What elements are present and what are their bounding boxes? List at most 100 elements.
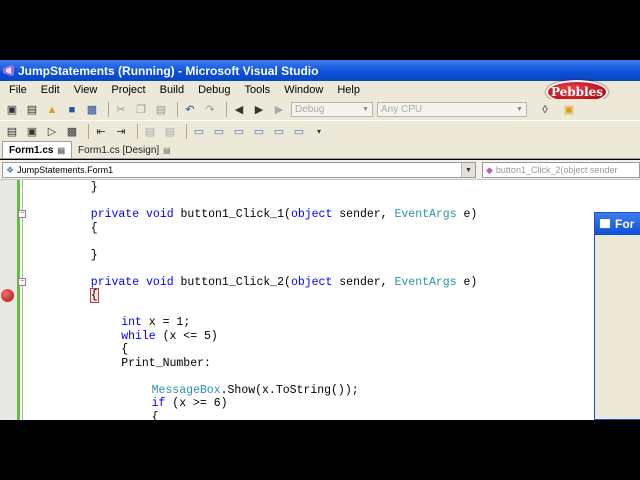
code-token: if (151, 397, 166, 410)
code-line: int x = 1; (121, 316, 190, 329)
code-token: { (121, 343, 129, 356)
code-token: e) (456, 275, 478, 289)
code-token: button1_Click_2( (173, 275, 291, 289)
code-token: while (121, 329, 156, 343)
solution-platform-combo[interactable]: Any CPU ▼ (377, 102, 527, 117)
form1-window[interactable]: For (594, 212, 640, 420)
menu-project[interactable]: Project (104, 84, 152, 96)
code-token: } (90, 248, 98, 262)
form1-titlebar[interactable]: For (595, 213, 640, 235)
form-icon (599, 218, 611, 229)
code-token: MessageBox (151, 383, 221, 397)
code-token: sender, (332, 208, 395, 221)
class-icon: ❖ (6, 164, 15, 175)
pin-icon: ▤ (57, 145, 66, 155)
menu-bar: File Edit View Project Build Debug Tools… (0, 81, 640, 99)
code-line: { (89, 288, 99, 303)
code-token: object (290, 275, 333, 289)
tab-form1-cs[interactable]: Form1.cs ▤ (2, 141, 73, 158)
complete-word-icon[interactable]: ▩ (64, 124, 80, 139)
code-line: MessageBox.Show(x.ToString()); (152, 384, 359, 397)
toolbar-options-icon[interactable]: ▾ (311, 124, 327, 139)
quick-info-icon[interactable]: ▷ (44, 124, 60, 139)
navigate-forward-icon[interactable]: ▶ (251, 102, 267, 117)
start-debugging-icon[interactable]: ▶ (271, 102, 287, 117)
pin-icon: ▤ (163, 145, 171, 155)
add-item-icon[interactable]: ▤ (24, 102, 40, 117)
code-token: void (146, 275, 174, 289)
decrease-indent-icon[interactable]: ⇤ (93, 124, 109, 139)
code-token: e) (456, 208, 478, 221)
code-line: { (91, 222, 98, 235)
code-line: while (x <= 5) (121, 330, 218, 343)
chevron-down-icon: ▼ (461, 163, 475, 177)
text-editor-toolbar: ▤ ▣ ▷ ▩ ⇤ ⇥ ▤ ▤ ▭ ▭ ▭ ▭ ▭ ▭ ▾ (0, 120, 640, 141)
code-line: private void button1_Click_2(object send… (91, 276, 478, 289)
breakpoint-icon[interactable] (1, 289, 14, 302)
menu-help[interactable]: Help (330, 84, 367, 96)
copy-icon[interactable]: ❐ (133, 102, 149, 117)
toggle-bookmark-icon[interactable]: ▭ (191, 124, 207, 139)
code-token: object (290, 208, 333, 221)
chevron-down-icon: ▼ (362, 106, 369, 113)
menu-edit[interactable]: Edit (34, 84, 67, 96)
screen: JumpStatements (Running) - Microsoft Vis… (0, 0, 640, 480)
code-token: { (89, 288, 99, 303)
code-token: Print_Number: (121, 356, 211, 370)
menu-debug[interactable]: Debug (191, 84, 237, 96)
menu-tools[interactable]: Tools (238, 84, 278, 96)
menu-build[interactable]: Build (153, 84, 191, 96)
code-token: .Show(x.ToString()); (220, 383, 359, 397)
code-token: private (90, 275, 140, 289)
clear-bookmarks-icon[interactable]: ▭ (291, 124, 307, 139)
increase-indent-icon[interactable]: ⇥ (113, 124, 129, 139)
collapse-icon[interactable]: − (18, 210, 26, 218)
next-bookmark-icon[interactable]: ▭ (231, 124, 247, 139)
tab-form1-design[interactable]: Form1.cs [Design] ▤ (72, 142, 177, 158)
code-token: x = 1; (141, 316, 191, 329)
solution-config-combo[interactable]: Debug ▼ (291, 102, 373, 117)
display-object-member-icon[interactable]: ▤ (4, 124, 20, 139)
code-token: (x >= 6) (165, 397, 228, 410)
menu-file[interactable]: File (2, 84, 34, 96)
code-token: button1_Click_1( (173, 208, 291, 221)
new-project-icon[interactable]: ▣ (4, 102, 20, 117)
comment-lines-icon[interactable]: ▤ (142, 124, 158, 139)
open-file-icon[interactable]: ▲ (44, 102, 60, 117)
save-all-icon[interactable]: ▩ (84, 102, 100, 117)
code-line: if (x >= 6) (152, 397, 228, 410)
code-line: { (121, 343, 128, 356)
class-combo[interactable]: ❖ JumpStatements.Form1 ▼ (2, 162, 476, 178)
code-token: } (90, 181, 98, 194)
code-line: Print_Number: (121, 357, 211, 370)
code-token: private (90, 208, 140, 221)
navigate-back-icon[interactable]: ◀ (231, 102, 247, 117)
solution-explorer-icon[interactable]: ▣ (561, 102, 577, 117)
member-combo[interactable]: ◆ button1_Click_2(object sender (482, 162, 640, 178)
redo-icon[interactable]: ↷ (202, 102, 218, 117)
next-bookmark-folder-icon[interactable]: ▭ (271, 124, 287, 139)
menu-view[interactable]: View (67, 84, 105, 96)
standard-toolbar: ▣ ▤ ▲ ■ ▩ ✂ ❐ ▤ ↶ ↷ ◀ ▶ ▶ Debug ▼ Any CP… (0, 99, 640, 120)
code-line: private void button1_Click_1(object send… (91, 208, 478, 221)
previous-bookmark-icon[interactable]: ▭ (211, 124, 227, 139)
code-token: sender, (332, 275, 395, 289)
find-in-files-icon[interactable]: ◊ (537, 102, 553, 117)
paste-icon[interactable]: ▤ (153, 102, 169, 117)
code-editor[interactable]: − − } private void button1_Click_1(object… (0, 180, 640, 420)
code-token: void (146, 208, 174, 221)
window-titlebar[interactable]: JumpStatements (Running) - Microsoft Vis… (0, 60, 640, 81)
collapse-icon[interactable]: − (18, 278, 26, 286)
cut-icon[interactable]: ✂ (113, 102, 129, 117)
code-line: { (152, 411, 159, 421)
undo-icon[interactable]: ↶ (182, 102, 198, 117)
previous-bookmark-folder-icon[interactable]: ▭ (251, 124, 267, 139)
letterbox-bottom (0, 420, 640, 480)
menu-window[interactable]: Window (277, 84, 330, 96)
parameter-info-icon[interactable]: ▣ (24, 124, 40, 139)
method-icon: ◆ (486, 164, 493, 175)
uncomment-lines-icon[interactable]: ▤ (162, 124, 178, 139)
save-icon[interactable]: ■ (64, 102, 80, 117)
